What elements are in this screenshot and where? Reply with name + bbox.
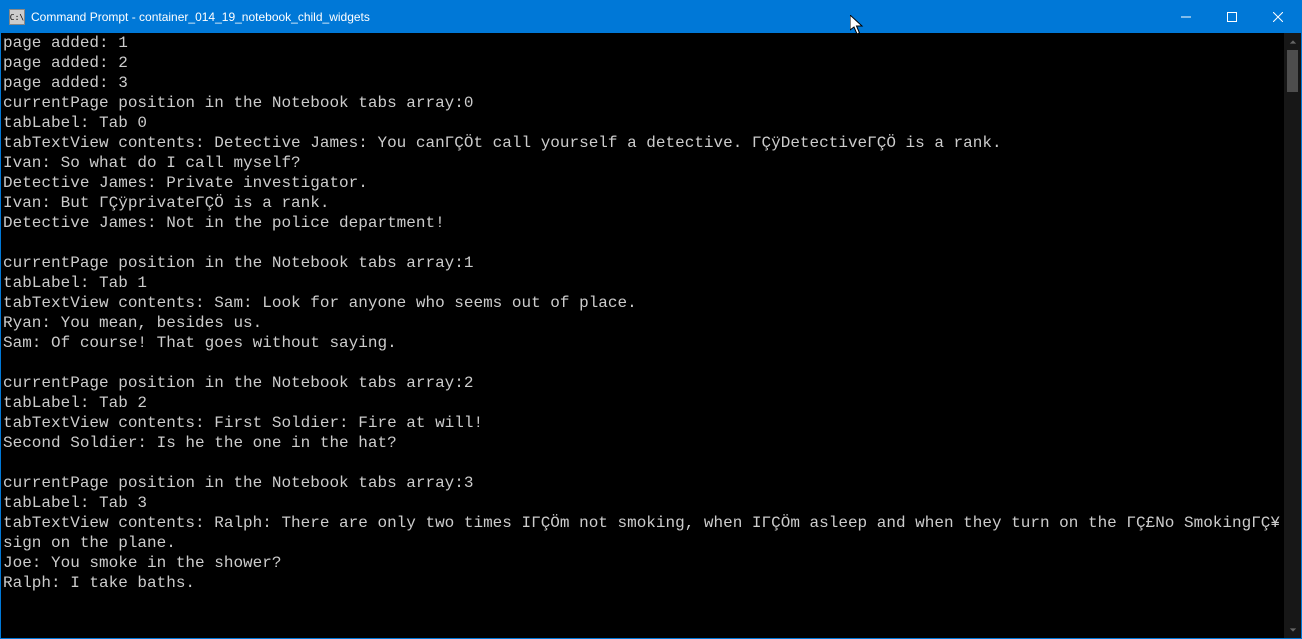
content-area: page added: 1page added: 2page added: 3c… <box>1 33 1301 638</box>
terminal-line: currentPage position in the Notebook tab… <box>3 253 1282 273</box>
terminal-line: Ivan: But ΓÇÿprivateΓÇÖ is a rank. <box>3 193 1282 213</box>
terminal-line: tabLabel: Tab 3 <box>3 493 1282 513</box>
scrollbar-thumb[interactable] <box>1287 50 1298 92</box>
terminal-line <box>3 353 1282 373</box>
terminal-line: page added: 3 <box>3 73 1282 93</box>
terminal-line: tabTextView contents: Ralph: There are o… <box>3 513 1282 553</box>
terminal-line: Second Soldier: Is he the one in the hat… <box>3 433 1282 453</box>
titlebar[interactable]: C:\ Command Prompt - container_014_19_no… <box>1 1 1301 33</box>
close-icon <box>1273 12 1283 22</box>
window-controls <box>1163 1 1301 33</box>
maximize-icon <box>1227 12 1237 22</box>
terminal-line: tabLabel: Tab 0 <box>3 113 1282 133</box>
minimize-button[interactable] <box>1163 1 1209 33</box>
terminal-line: Detective James: Private investigator. <box>3 173 1282 193</box>
minimize-icon <box>1181 12 1191 22</box>
terminal-line: Ivan: So what do I call myself? <box>3 153 1282 173</box>
terminal-line: tabLabel: Tab 2 <box>3 393 1282 413</box>
terminal-line: tabTextView contents: First Soldier: Fir… <box>3 413 1282 433</box>
vertical-scrollbar[interactable] <box>1284 33 1301 638</box>
terminal-line: Joe: You smoke in the shower? <box>3 553 1282 573</box>
window-title: Command Prompt - container_014_19_notebo… <box>31 10 1163 24</box>
terminal-line: page added: 2 <box>3 53 1282 73</box>
terminal-line <box>3 453 1282 473</box>
terminal-line: Detective James: Not in the police depar… <box>3 213 1282 233</box>
terminal-line <box>3 233 1282 253</box>
terminal-output[interactable]: page added: 1page added: 2page added: 3c… <box>1 33 1284 638</box>
terminal-line: currentPage position in the Notebook tab… <box>3 473 1282 493</box>
terminal-line: tabLabel: Tab 1 <box>3 273 1282 293</box>
maximize-button[interactable] <box>1209 1 1255 33</box>
chevron-up-icon <box>1289 38 1297 46</box>
terminal-line: tabTextView contents: Sam: Look for anyo… <box>3 293 1282 313</box>
close-button[interactable] <box>1255 1 1301 33</box>
terminal-line: Ralph: I take baths. <box>3 573 1282 593</box>
terminal-line: Sam: Of course! That goes without saying… <box>3 333 1282 353</box>
terminal-line: tabTextView contents: Detective James: Y… <box>3 133 1282 153</box>
chevron-down-icon <box>1289 626 1297 634</box>
command-prompt-window: C:\ Command Prompt - container_014_19_no… <box>0 0 1302 639</box>
scrollbar-up-arrow[interactable] <box>1284 33 1301 50</box>
terminal-line: Ryan: You mean, besides us. <box>3 313 1282 333</box>
scrollbar-down-arrow[interactable] <box>1284 621 1301 638</box>
terminal-line: currentPage position in the Notebook tab… <box>3 373 1282 393</box>
terminal-line: page added: 1 <box>3 33 1282 53</box>
terminal-line: currentPage position in the Notebook tab… <box>3 93 1282 113</box>
app-icon: C:\ <box>9 9 25 25</box>
